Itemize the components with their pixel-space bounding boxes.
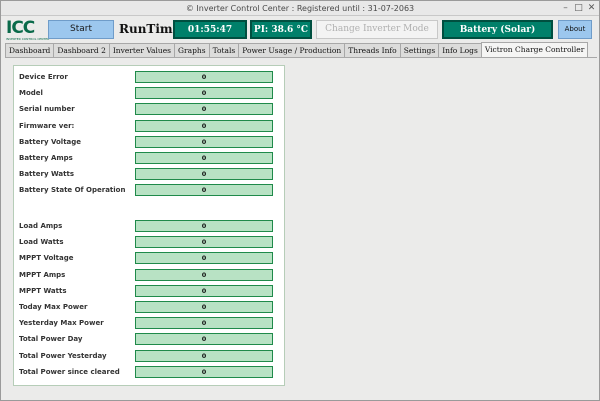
victron-panel: Device Error 0 Model 0 Serial number 0 Firmwar… (13, 65, 285, 386)
field-label: Model (19, 89, 43, 98)
close-icon[interactable]: ✕ (586, 3, 597, 14)
tab-power-usage-production[interactable]: Power Usage / Production (238, 43, 346, 57)
window-titlebar[interactable]: © Inverter Control Center : Registered u… (1, 1, 599, 16)
window-title: © Inverter Control Center : Registered u… (185, 4, 415, 13)
field-value: 0 (135, 268, 273, 281)
field-label: Yesterday Max Power (19, 319, 104, 328)
tab-dashboard[interactable]: Dashboard (5, 43, 55, 57)
field-row: Battery Voltage 0 (19, 135, 281, 148)
field-value: 0 (135, 220, 273, 232)
about-button[interactable]: About (558, 20, 592, 39)
field-label: Firmware ver: (19, 121, 75, 130)
tab-divider (5, 57, 597, 58)
field-row: Model 0 (19, 87, 281, 100)
tab-dashboard-2[interactable]: Dashboard 2 (53, 43, 110, 57)
field-value: 0 (135, 301, 273, 313)
tab-victron-charge-controller[interactable]: Victron Charge Controller (480, 42, 589, 57)
field-row: Today Max Power 0 (19, 301, 281, 313)
runtime-label: RunTime (119, 22, 181, 36)
field-value: 0 (135, 135, 273, 148)
tab-bar: Dashboard Dashboard 2 Inverter Values Graph… (5, 42, 589, 57)
field-label: Battery Amps (19, 154, 73, 162)
field-value: 0 (135, 87, 273, 100)
field-row: Yesterday Max Power 0 (19, 317, 281, 330)
field-label: MPPT Watts (19, 286, 67, 295)
app-logo: ICC INVERTER CONTROL CENTER (6, 18, 49, 41)
field-row: MPPT Voltage 0 (19, 252, 281, 265)
start-button[interactable]: Start (48, 20, 114, 39)
field-label: Total Power Yesterday (19, 351, 107, 360)
field-row: Serial number 0 (19, 103, 281, 116)
maximize-icon[interactable]: □ (573, 3, 584, 14)
tab-info-logs[interactable]: Info Logs (438, 43, 482, 57)
tab-graphs[interactable]: Graphs (174, 43, 210, 57)
tab-threads-info[interactable]: Threads Info (344, 43, 401, 57)
field-value: 0 (135, 349, 273, 362)
pi-temperature: PI: 38.6 °C (250, 20, 312, 39)
field-value: 0 (135, 365, 273, 378)
field-label: Load Amps (19, 222, 63, 230)
field-row: Device Error 0 (19, 71, 281, 83)
field-row: Battery State Of Operation 0 (19, 184, 281, 197)
field-value: 0 (135, 284, 273, 297)
field-value: 0 (135, 103, 273, 116)
field-value: 0 (135, 333, 273, 346)
field-label: MPPT Amps (19, 270, 66, 279)
tab-totals[interactable]: Totals (208, 43, 240, 57)
field-row: Battery Watts 0 (19, 168, 281, 181)
field-row: Load Amps 0 (19, 220, 281, 232)
field-value: 0 (135, 119, 273, 132)
field-row: MPPT Amps 0 (19, 268, 281, 281)
field-row: Firmware ver: 0 (19, 119, 281, 132)
logo-subtitle: INVERTER CONTROL CENTER (6, 37, 50, 41)
logo-text: ICC (6, 18, 35, 38)
field-row: Total Power Yesterday 0 (19, 349, 281, 362)
field-row: Total Power since cleared 0 (19, 365, 281, 378)
field-value: 0 (135, 71, 273, 83)
field-value: 0 (135, 184, 273, 197)
tab-inverter-values[interactable]: Inverter Values (108, 43, 176, 57)
field-label: Total Power since cleared (19, 367, 120, 376)
field-row: Battery Amps 0 (19, 152, 281, 164)
field-label: Total Power Day (19, 335, 83, 344)
field-label: Device Error (19, 73, 68, 81)
change-inverter-mode-button[interactable]: Change Inverter Mode (316, 20, 438, 39)
battery-source-indicator: Battery (Solar) (442, 20, 553, 39)
tab-settings[interactable]: Settings (399, 43, 440, 57)
field-label: Battery Watts (19, 170, 75, 179)
field-label: Serial number (19, 105, 75, 114)
field-value: 0 (135, 168, 273, 181)
field-label: Today Max Power (19, 303, 88, 311)
app-window: © Inverter Control Center : Registered u… (0, 0, 600, 401)
field-label: Load Watts (19, 238, 64, 247)
minimize-icon[interactable]: – (560, 3, 571, 14)
field-label: Battery Voltage (19, 137, 82, 146)
field-label: Battery State Of Operation (19, 186, 126, 195)
field-row: Load Watts 0 (19, 236, 281, 249)
field-label: MPPT Voltage (19, 254, 74, 263)
field-value: 0 (135, 152, 273, 164)
field-row: Total Power Day 0 (19, 333, 281, 346)
runtime-clock: 01:55:47 (173, 20, 247, 39)
field-value: 0 (135, 317, 273, 330)
field-value: 0 (135, 252, 273, 265)
field-value: 0 (135, 236, 273, 249)
field-row: MPPT Watts 0 (19, 284, 281, 297)
